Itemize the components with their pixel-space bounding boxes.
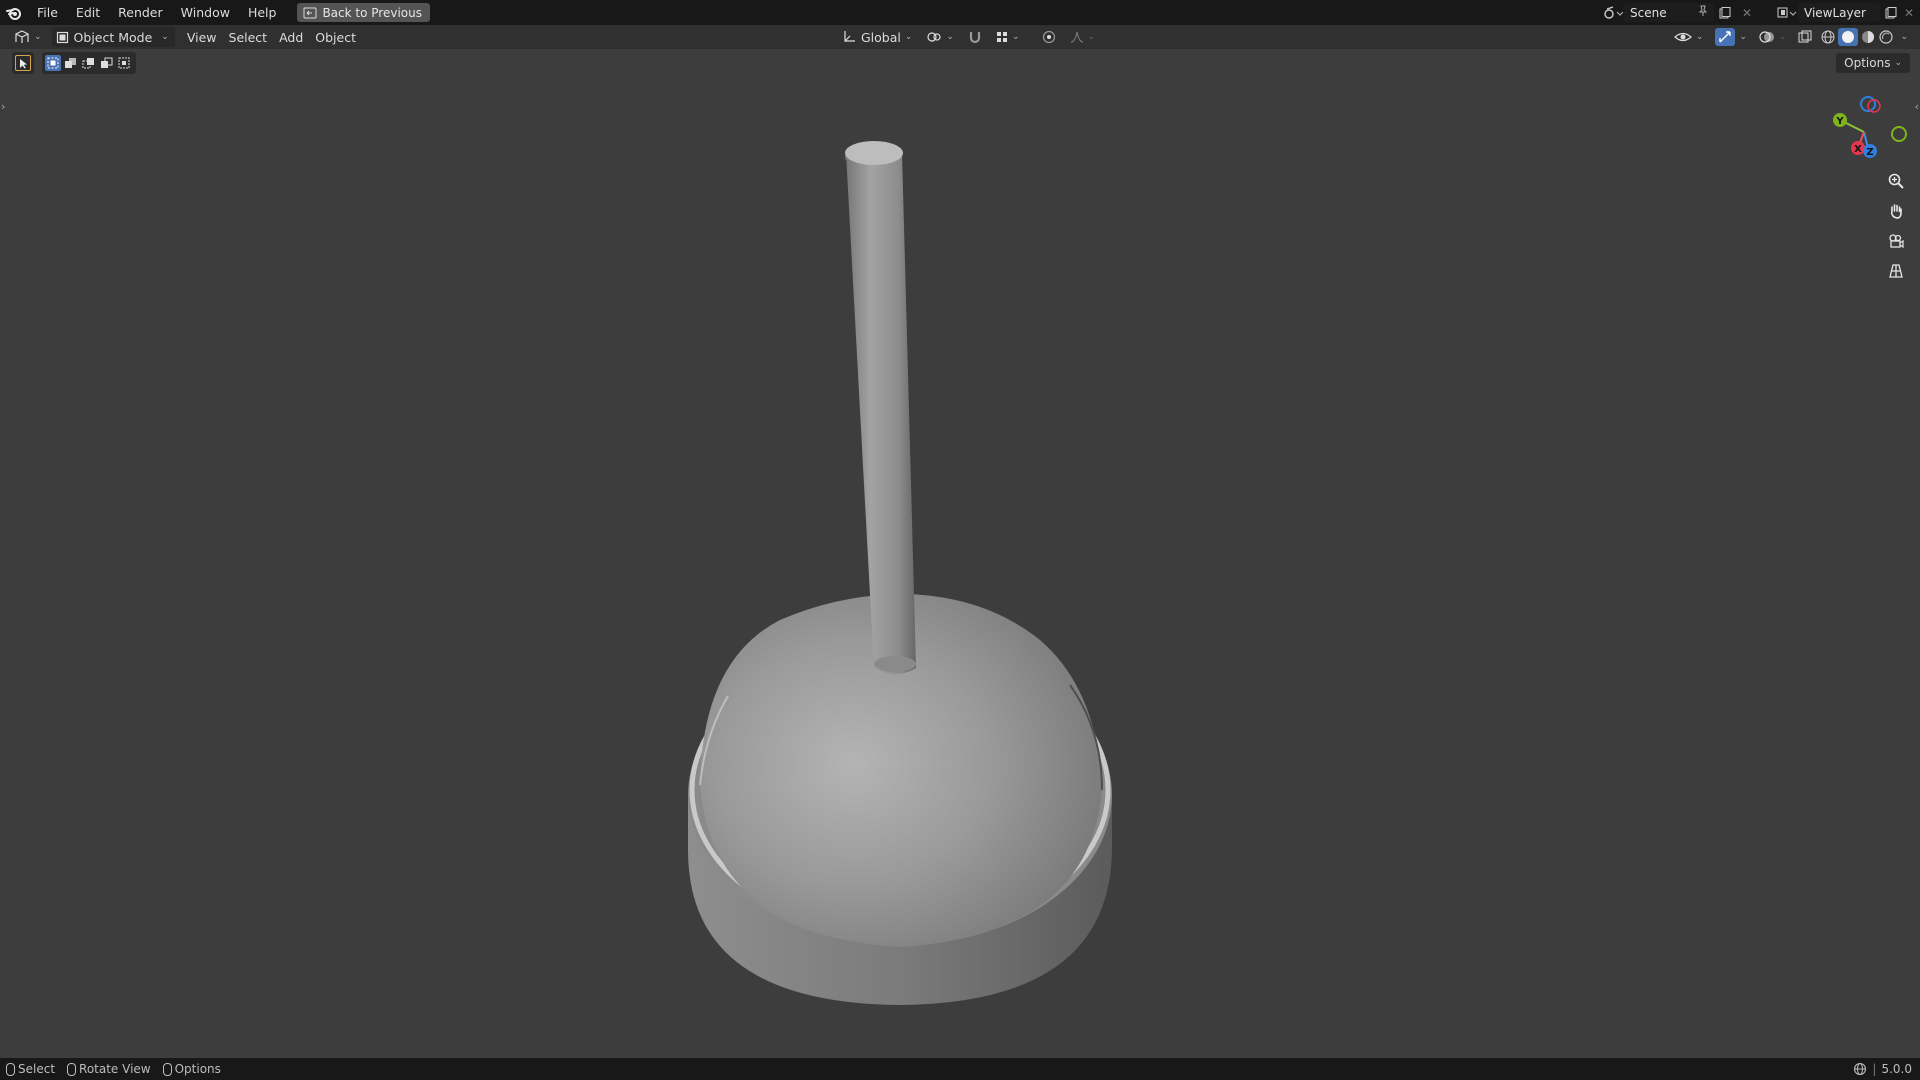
chevron-down-icon: ⌄ (34, 32, 42, 42)
chevron-down-icon: ⌄ (1778, 32, 1787, 42)
chevron-down-icon: ⌄ (1695, 32, 1704, 42)
globe-icon (1854, 1062, 1867, 1076)
object-mode-dropdown[interactable]: Object Mode ⌄ (51, 27, 175, 47)
status-bar: Select Rotate View Options | 5.0.0 (0, 1058, 1920, 1080)
top-bar: File Edit Render Window Help Back to Pre… (0, 0, 1920, 25)
wireframe-shading-icon[interactable] (1820, 29, 1836, 45)
chevron-down-icon: ⌄ (1739, 32, 1747, 42)
menu-object[interactable]: Object (309, 27, 362, 47)
menu-add[interactable]: Add (273, 27, 309, 47)
material-preview-icon[interactable] (1860, 29, 1876, 45)
menu-render[interactable]: Render (109, 0, 172, 25)
viewlayer-browse-icon[interactable] (1776, 3, 1798, 22)
rendered-shading-icon[interactable] (1878, 29, 1894, 45)
status-select-label: Select (18, 1062, 56, 1076)
transform-orientation-dropdown[interactable]: Global ⌄ (836, 27, 918, 47)
transform-orientation-label: Global (861, 29, 901, 45)
screen-back-icon (303, 7, 317, 18)
z-axis-label: Z (1866, 147, 1873, 158)
viewport-3d-scene[interactable] (0, 49, 1920, 1058)
magnet-icon (969, 32, 981, 44)
menu-help[interactable]: Help (239, 0, 286, 25)
viewlayer-name-field[interactable]: ViewLayer (1798, 3, 1880, 22)
delete-viewlayer-icon[interactable]: ✕ (1902, 3, 1916, 22)
camera-view-icon[interactable] (1884, 229, 1908, 253)
proportional-edit-icon (1042, 30, 1055, 44)
menu-edit[interactable]: Edit (67, 0, 109, 25)
menu-select[interactable]: Select (223, 27, 274, 47)
orientation-axes-icon (844, 31, 855, 42)
navigation-gizmo[interactable]: Y X Z (1820, 88, 1920, 168)
mouse-right-icon (162, 1062, 172, 1076)
status-rotate-label: Rotate View (79, 1062, 151, 1076)
new-scene-icon[interactable] (1714, 3, 1736, 22)
back-to-previous-button[interactable]: Back to Previous (297, 3, 430, 22)
y-axis-label: Y (1835, 116, 1844, 127)
chevron-down-icon: ⌄ (161, 32, 169, 42)
zoom-icon[interactable] (1884, 169, 1908, 193)
mouse-middle-icon (67, 1062, 77, 1076)
solid-shading-icon[interactable] (1838, 28, 1859, 46)
overlays-toggle[interactable]: ⌄ (1753, 27, 1793, 47)
proportional-editing-toggle[interactable] (1036, 27, 1062, 47)
blender-logo-icon[interactable] (0, 0, 28, 25)
viewport-header: ⌄ Object Mode ⌄ View Select Add Object G… (0, 25, 1920, 49)
pin-icon[interactable] (1698, 5, 1708, 20)
falloff-curve-icon (1070, 31, 1083, 43)
chevron-down-icon: ⌄ (1087, 32, 1096, 42)
snap-target-dropdown[interactable]: ⌄ (990, 27, 1026, 47)
scene-name-field[interactable]: Scene (1624, 3, 1714, 22)
proportional-falloff-dropdown[interactable]: ⌄ (1064, 27, 1102, 47)
version-label: 5.0.0 (1881, 1062, 1912, 1076)
chevron-down-icon: ⌄ (904, 32, 913, 42)
pivot-point-icon (927, 32, 942, 42)
snap-grid-icon (996, 32, 1007, 42)
chevron-down-icon: ⌄ (1011, 32, 1020, 42)
eye-icon (1673, 32, 1692, 42)
delete-scene-icon[interactable]: ✕ (1736, 3, 1758, 22)
viewlayer-name: ViewLayer (1804, 5, 1866, 20)
xray-icon (1798, 30, 1812, 43)
snap-toggle[interactable] (962, 27, 988, 47)
perspective-grid-icon[interactable] (1884, 259, 1908, 283)
back-to-previous-label: Back to Previous (322, 5, 422, 20)
status-select-hint: Select (6, 1062, 55, 1076)
negative-y-axis-icon (1891, 126, 1907, 142)
overlays-icon (1759, 31, 1774, 43)
scene-browse-icon[interactable] (1602, 3, 1624, 22)
menu-view[interactable]: View (181, 27, 223, 47)
chevron-down-icon: ⌄ (946, 32, 954, 42)
menu-window[interactable]: Window (172, 0, 239, 25)
status-separator: | (1872, 1062, 1877, 1076)
xray-toggle[interactable] (1794, 27, 1816, 47)
new-viewlayer-icon[interactable] (1880, 3, 1902, 22)
editor-type-button[interactable]: ⌄ (8, 27, 48, 47)
menu-file[interactable]: File (28, 0, 67, 25)
scene-name: Scene (1630, 5, 1667, 20)
pivot-point-dropdown[interactable]: ⌄ (920, 27, 960, 47)
object-visibility-dropdown[interactable]: ⌄ (1668, 27, 1710, 47)
chevron-down-icon[interactable]: ⌄ (1900, 32, 1908, 42)
gizmo-toggle[interactable]: ⌄ (1711, 27, 1751, 47)
shading-mode-group: ⌄ (1818, 27, 1910, 47)
gizmo-arrows-icon (1715, 28, 1736, 46)
pan-hand-icon[interactable] (1884, 199, 1908, 223)
plunger-handle[interactable] (844, 141, 916, 674)
status-options-hint: Options (162, 1062, 221, 1076)
status-rotate-hint: Rotate View (67, 1062, 151, 1076)
3d-viewport-icon (15, 30, 29, 43)
object-mode-label: Object Mode (73, 29, 153, 45)
x-axis-label: X (1854, 144, 1862, 155)
object-mode-icon (56, 31, 68, 43)
mouse-left-icon (6, 1062, 15, 1076)
status-options-label: Options (174, 1062, 221, 1076)
